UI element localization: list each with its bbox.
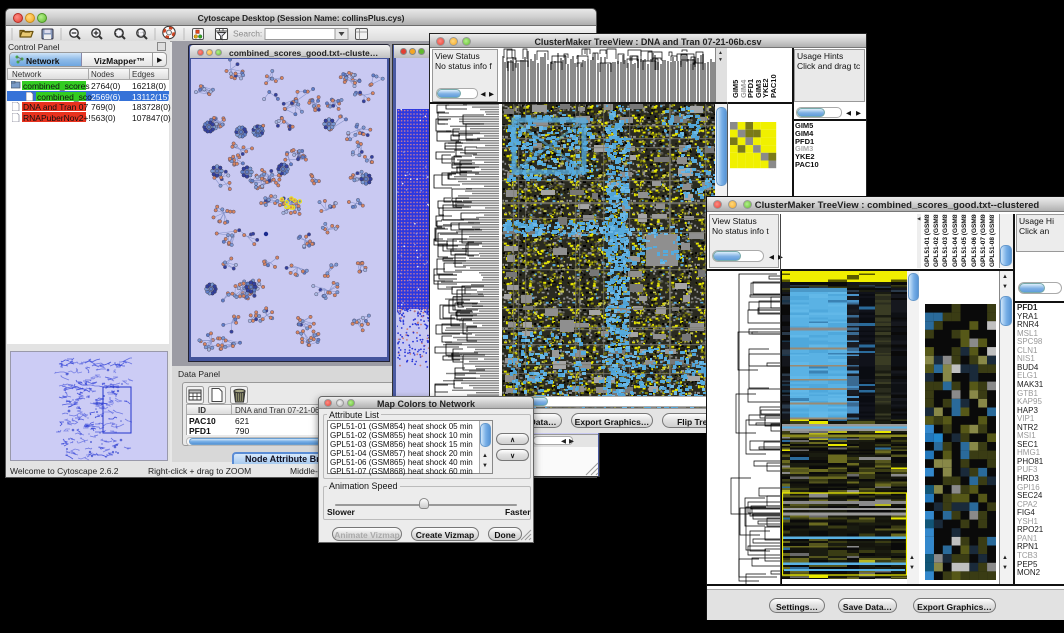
svg-text:1:1: 1:1 — [137, 31, 145, 37]
svg-text:Search:: Search: — [233, 29, 262, 39]
